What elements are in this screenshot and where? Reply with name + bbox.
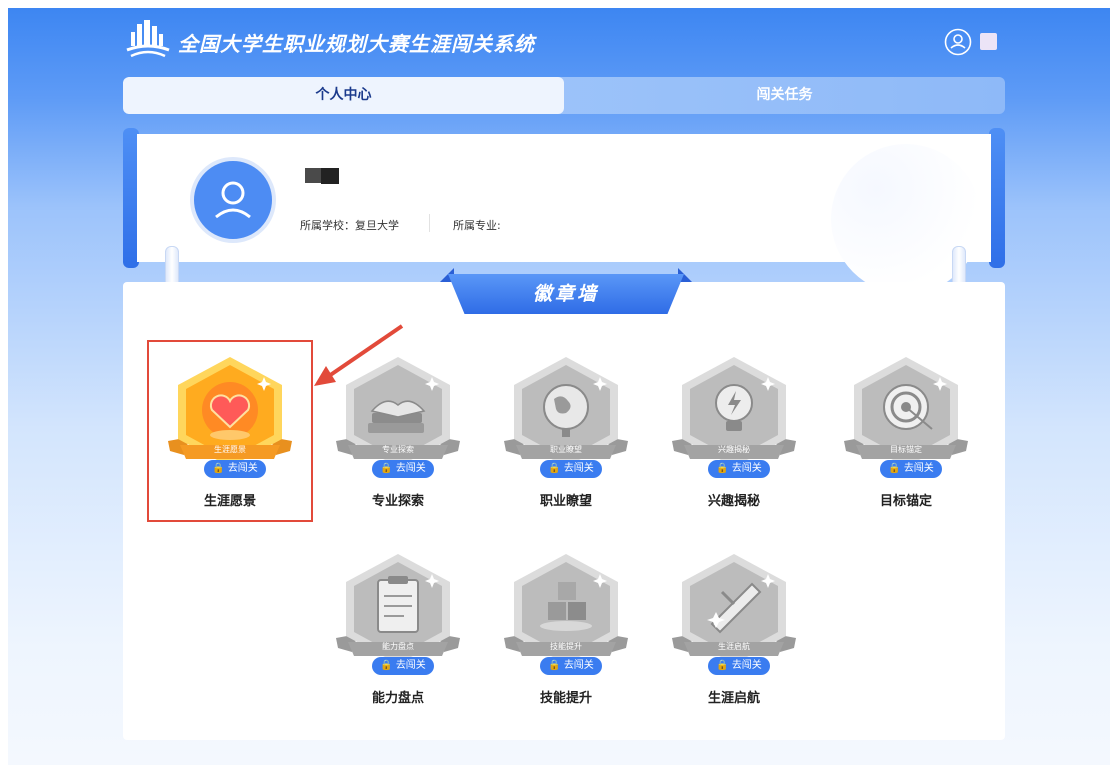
challenge-button-label: 去闯关 <box>563 660 594 671</box>
badge-name: 能力盘点 <box>371 691 424 706</box>
app-title: 全国大学生职业规划大赛生涯闯关系统 <box>178 32 535 56</box>
challenge-button[interactable]: 🔒 去闯关 <box>708 657 770 675</box>
challenge-button[interactable]: 🔒 去闯关 <box>880 460 942 478</box>
highlight-box <box>147 340 313 522</box>
challenge-button[interactable]: 🔒 去闯关 <box>540 657 602 675</box>
challenge-button[interactable]: 🔒 去闯关 <box>372 460 434 478</box>
username-redacted <box>305 168 339 184</box>
badge-name: 专业探索 <box>371 494 424 509</box>
tab-bar: 个人中心 闯关任务 <box>123 77 1005 114</box>
challenge-button-label: 去闯关 <box>731 463 762 474</box>
user-icon[interactable] <box>944 28 972 56</box>
badge-caption: 生涯启航 <box>718 642 750 651</box>
badge-caption: 专业探索 <box>382 445 414 454</box>
user-menu-toggle[interactable] <box>980 33 997 50</box>
badge-name: 兴趣揭秘 <box>707 494 760 509</box>
badge-name: 生涯启航 <box>707 691 760 706</box>
badge-goal-anchoring[interactable]: 目标锚定 🔒 去闯关 目标锚定 <box>836 355 976 525</box>
badge-skill-improvement[interactable]: 技能提升 🔒 去闯关 技能提升 <box>496 552 636 722</box>
header: 全国大学生职业规划大赛生涯闯关系统 <box>0 0 1110 80</box>
badge-career-outlook[interactable]: 职业瞭望 🔒 去闯关 职业瞭望 <box>496 355 636 525</box>
challenge-button-label: 去闯关 <box>563 463 594 474</box>
profile-card: 所属学校：复旦大学 所属专业: <box>137 134 991 294</box>
badge-name: 技能提升 <box>539 691 592 706</box>
badge-interest-discovery[interactable]: 兴趣揭秘 🔒 去闯关 兴趣揭秘 <box>664 355 804 525</box>
school-info: 所属学校：复旦大学 <box>300 219 399 232</box>
tab-personal-center[interactable]: 个人中心 <box>123 77 564 114</box>
badge-career-launch[interactable]: 生涯启航 🔒 去闯关 生涯启航 <box>664 552 804 722</box>
tab-challenge-tasks[interactable]: 闯关任务 <box>564 77 1005 114</box>
badge-caption: 职业瞭望 <box>550 445 582 454</box>
challenge-button[interactable]: 🔒 去闯关 <box>372 657 434 675</box>
info-divider <box>429 214 430 232</box>
badge-caption: 兴趣揭秘 <box>718 445 750 454</box>
badge-caption: 能力盘点 <box>382 642 414 651</box>
badge-wall-title: 徽章墙 <box>532 283 599 305</box>
challenge-button-label: 去闯关 <box>395 463 426 474</box>
badge-name: 目标锚定 <box>879 494 932 509</box>
badge-wall-title-banner: 徽章墙 <box>448 274 684 314</box>
badge-name: 职业瞭望 <box>539 494 592 509</box>
challenge-button[interactable]: 🔒 去闯关 <box>540 460 602 478</box>
pointer-arrow-icon <box>314 324 404 386</box>
challenge-button-label: 去闯关 <box>903 463 934 474</box>
badge-caption: 目标锚定 <box>890 445 922 454</box>
challenge-button[interactable]: 🔒 去闯关 <box>708 460 770 478</box>
badge-ability-inventory[interactable]: 能力盘点 🔒 去闯关 能力盘点 <box>328 552 468 722</box>
avatar-person-icon <box>215 181 251 219</box>
logo-icon <box>126 20 170 58</box>
avatar <box>190 157 276 243</box>
challenge-button-label: 去闯关 <box>395 660 426 671</box>
badge-caption: 技能提升 <box>550 642 582 651</box>
major-info: 所属专业: <box>453 219 501 232</box>
card-frame-right <box>989 128 1005 268</box>
challenge-button-label: 去闯关 <box>731 660 762 671</box>
